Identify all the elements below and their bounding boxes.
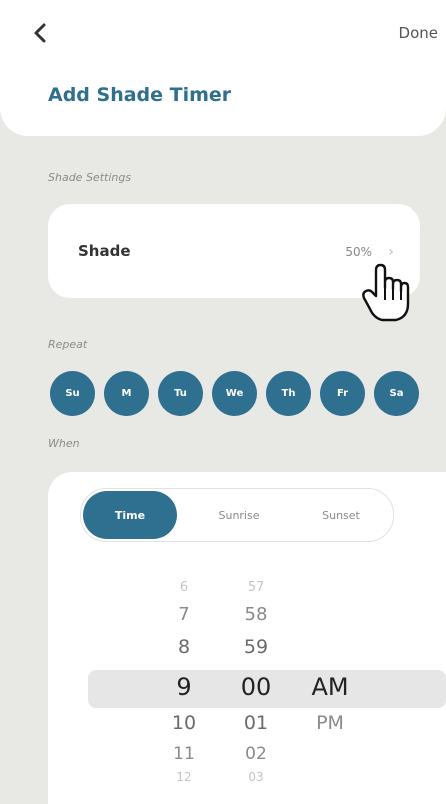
repeat-section-label: Repeat xyxy=(48,338,88,351)
hour-option: 7 xyxy=(178,604,190,625)
minute-option: 58 xyxy=(244,604,268,625)
hour-option: 8 xyxy=(177,636,191,658)
tab-sunrise[interactable]: Sunrise xyxy=(191,489,287,541)
time-mode-segmented-control: Time Sunrise Sunset xyxy=(80,488,394,542)
when-card: Time Sunrise Sunset 6 7 8 9 10 11 12 57 … xyxy=(48,472,446,804)
chevron-right-icon: › xyxy=(388,244,394,260)
period-option: PM xyxy=(316,712,344,734)
repeat-days: Su M Tu We Th Fr Sa xyxy=(50,371,440,417)
minute-option: 57 xyxy=(247,580,265,595)
chevron-left-icon xyxy=(34,23,46,43)
period-option-selected: AM xyxy=(311,673,349,701)
day-toggle-thursday[interactable]: Th xyxy=(266,371,311,416)
day-toggle-monday[interactable]: M xyxy=(104,371,149,416)
minute-option: 02 xyxy=(245,744,267,764)
back-button[interactable] xyxy=(30,22,52,44)
hour-option: 10 xyxy=(171,712,197,734)
shade-settings-section-label: Shade Settings xyxy=(48,171,132,184)
tab-time[interactable]: Time xyxy=(83,491,177,539)
shade-label: Shade xyxy=(78,242,131,260)
header: Done Add Shade Timer xyxy=(0,0,446,136)
hour-option: 6 xyxy=(179,580,189,595)
day-toggle-wednesday[interactable]: We xyxy=(212,371,257,416)
hour-option-selected: 9 xyxy=(176,673,192,701)
minute-option: 03 xyxy=(248,770,264,784)
minute-option-selected: 00 xyxy=(240,673,272,701)
tab-sunset[interactable]: Sunset xyxy=(293,489,389,541)
shade-value: 50% xyxy=(345,245,372,259)
day-toggle-tuesday[interactable]: Tu xyxy=(158,371,203,416)
hour-option: 11 xyxy=(173,744,195,764)
hand-pointer-icon xyxy=(362,263,410,322)
day-toggle-sunday[interactable]: Su xyxy=(50,371,95,416)
when-section-label: When xyxy=(48,437,80,450)
day-toggle-friday[interactable]: Fr xyxy=(320,371,365,416)
minute-option: 59 xyxy=(243,636,269,658)
hour-option: 12 xyxy=(176,770,192,784)
page-title: Add Shade Timer xyxy=(48,84,232,106)
time-picker[interactable]: 6 7 8 9 10 11 12 57 58 59 00 01 02 03 AM… xyxy=(48,572,446,804)
minute-option: 01 xyxy=(243,712,269,734)
done-button[interactable]: Done xyxy=(399,24,438,42)
day-toggle-saturday[interactable]: Sa xyxy=(374,371,419,416)
